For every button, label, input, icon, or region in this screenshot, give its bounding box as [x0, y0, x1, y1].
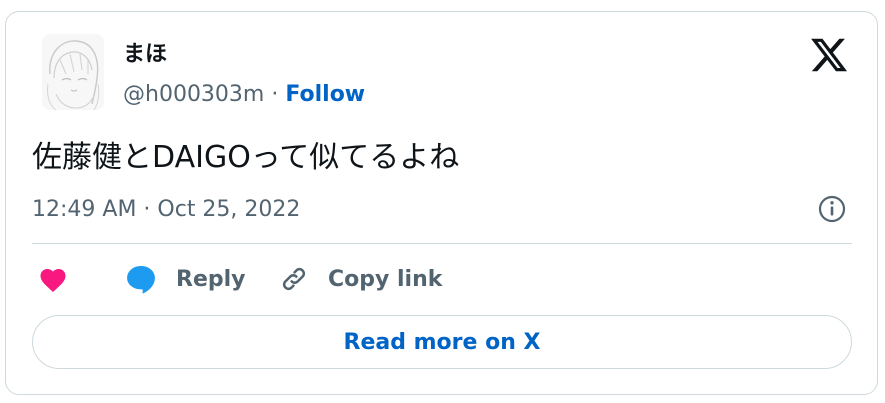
- reply-button[interactable]: Reply: [124, 258, 246, 300]
- x-logo-icon[interactable]: [808, 35, 850, 75]
- author-handle-row: @h000303m · Follow: [123, 80, 365, 110]
- avatar-illustration: [42, 34, 104, 110]
- link-icon: [282, 267, 306, 291]
- read-more-button[interactable]: Read more on X: [32, 315, 852, 369]
- follow-link[interactable]: Follow: [285, 82, 365, 107]
- heart-icon: [40, 269, 66, 292]
- read-more-label: Read more on X: [343, 329, 541, 355]
- tweet-text: 佐藤健とDAIGOって似てるよね: [32, 140, 460, 175]
- copy-link-label: Copy link: [328, 266, 443, 292]
- author-handle[interactable]: @h000303m: [123, 82, 264, 107]
- tweet-timestamp[interactable]: 12:49 AM · Oct 25, 2022: [32, 195, 300, 225]
- speech-bubble-icon: [127, 266, 155, 294]
- info-icon[interactable]: [816, 193, 848, 225]
- like-button[interactable]: [38, 258, 68, 300]
- tweet-actions: Reply Copy link: [32, 258, 852, 300]
- divider: [32, 243, 852, 244]
- reply-label: Reply: [176, 266, 246, 292]
- handle-separator: ·: [271, 82, 279, 107]
- avatar[interactable]: [42, 34, 104, 110]
- author-name[interactable]: まほ: [123, 40, 167, 70]
- copy-link-button[interactable]: Copy link: [278, 258, 442, 300]
